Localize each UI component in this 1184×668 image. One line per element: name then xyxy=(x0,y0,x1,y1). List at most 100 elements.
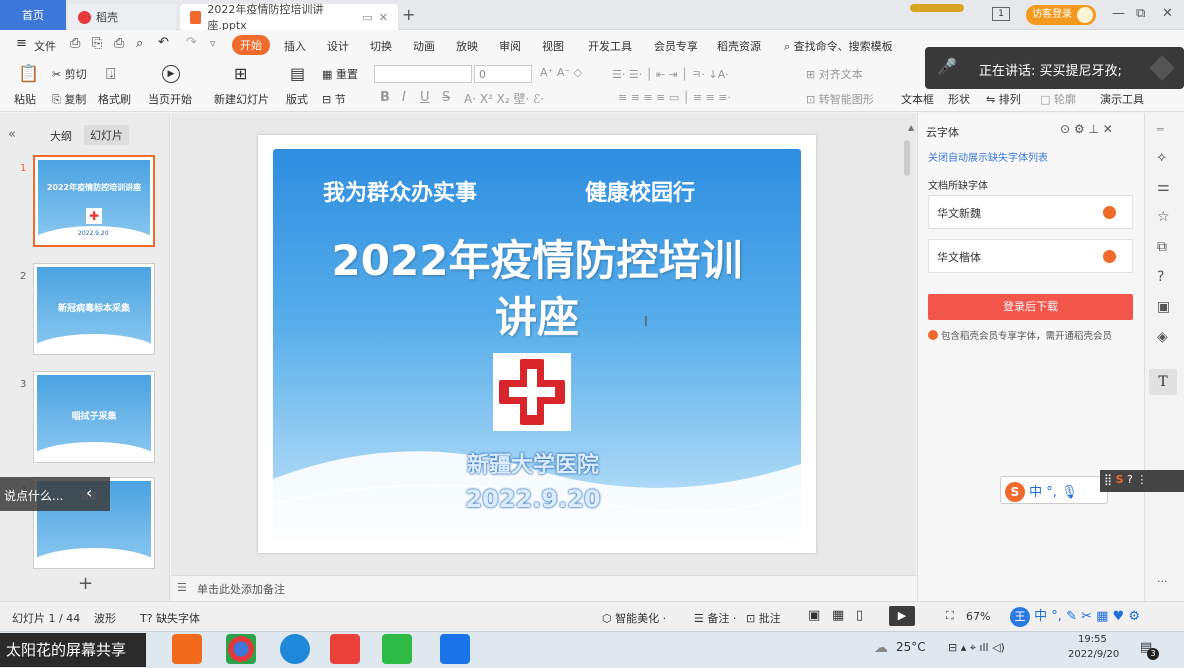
taskbar-chrome-icon[interactable] xyxy=(226,634,256,664)
collapse-panel-icon[interactable]: « xyxy=(8,127,16,142)
menu-review[interactable]: 审阅 xyxy=(499,38,521,54)
taskbar-video-icon[interactable] xyxy=(172,634,202,664)
paste-icon[interactable]: 📋 xyxy=(18,64,39,84)
comments-toggle[interactable]: ⊡ 批注 xyxy=(746,610,781,626)
quick-preview-icon[interactable]: ⌕ xyxy=(136,36,143,51)
quick-output-icon[interactable]: ⎘ xyxy=(92,36,102,51)
image-icon[interactable]: ▣ xyxy=(1157,299,1170,315)
slide-thumb-2[interactable]: 新冠病毒标本采集 xyxy=(33,263,155,355)
menu-daoke-res[interactable]: 稻壳资源 xyxy=(717,38,761,54)
tab-monitor-icon[interactable]: ▭ xyxy=(362,11,372,24)
chat-collapse-icon[interactable]: ‹ xyxy=(86,483,92,502)
menu-insert[interactable]: 插入 xyxy=(284,38,306,54)
clock-time[interactable]: 19:55 xyxy=(1078,634,1107,645)
canvas-scrollbar[interactable] xyxy=(904,140,910,176)
help-icon[interactable]: ? xyxy=(1157,269,1164,285)
slide-title-line2[interactable]: 讲座 xyxy=(273,284,801,345)
slide-organization[interactable]: 新疆大学医院 xyxy=(273,447,793,479)
tab-home[interactable]: 首页 xyxy=(0,0,66,30)
format-painter-icon[interactable]: ⍗ xyxy=(106,64,116,84)
slide-date[interactable]: 2022.9.20 xyxy=(273,485,793,513)
tab-daoke[interactable]: 稻壳 xyxy=(68,4,176,30)
tab-outline[interactable]: 大纲 xyxy=(50,128,72,144)
align-icons[interactable]: ≡ ≡ ≡ ≡ ▭ │ ≡ ≡ ≡· xyxy=(618,91,731,104)
taskbar-ie-icon[interactable] xyxy=(280,634,310,664)
font-name-select[interactable] xyxy=(374,65,472,83)
italic-icon[interactable]: I xyxy=(402,90,406,105)
floating-ime-bar[interactable]: S 中 °, 🎙 xyxy=(1000,476,1108,504)
window-close-icon[interactable]: ✕ xyxy=(1162,6,1173,21)
section-button[interactable]: ⊟ 节 xyxy=(322,91,346,107)
sorter-view-icon[interactable]: ▦ xyxy=(832,608,844,623)
menu-animation[interactable]: 动画 xyxy=(413,38,435,54)
animation-icon[interactable]: ☆ xyxy=(1157,209,1170,225)
layout-icon[interactable]: ▤ xyxy=(290,64,305,83)
menu-design[interactable]: 设计 xyxy=(327,38,349,54)
ime-toolbar[interactable]: 王 中 °, ✎ ✂ ▦ ♥ ⚙ xyxy=(1010,605,1140,627)
underline-icon[interactable]: U xyxy=(420,90,430,105)
font-color-icon[interactable]: A· X² X₂ 壁· ℰ· xyxy=(464,90,544,107)
bold-icon[interactable]: B xyxy=(380,90,390,105)
tab-slides[interactable]: 幻灯片 xyxy=(84,125,129,145)
panel-header-icons[interactable]: ⊙ ⚙ ⊥ ✕ xyxy=(1060,122,1113,136)
menu-slideshow[interactable]: 放映 xyxy=(456,38,478,54)
strip-collapse-icon[interactable]: ═ xyxy=(1157,123,1164,136)
login-download-button[interactable]: 登录后下载 xyxy=(928,294,1133,320)
menu-view[interactable]: 视图 xyxy=(542,38,564,54)
paste-button[interactable]: 粘贴 xyxy=(14,91,36,107)
zoom-level[interactable]: 67% xyxy=(966,610,990,623)
quick-more-icon[interactable]: ▿ xyxy=(210,37,216,50)
command-search[interactable]: ⌕ 查找命令、搜索模板 xyxy=(784,38,893,54)
smart-beautify-button[interactable]: ⬡ 智能美化 · xyxy=(602,610,666,626)
tab-close-icon[interactable]: ✕ xyxy=(379,11,388,24)
tab-document[interactable]: 2022年疫情防控培训讲座.pptx ▭ ✕ xyxy=(180,3,398,32)
tray-icons[interactable]: ⊟ ▴ ⌖ ıll ◁) xyxy=(948,641,1005,655)
slide-thumb-1[interactable]: 2022年疫情防控培训讲座 ✚ 2022.9.20 xyxy=(33,155,155,247)
chat-input-bubble[interactable]: 说点什么... ‹ xyxy=(0,477,110,511)
minimize-icon[interactable]: — xyxy=(1112,6,1125,21)
missing-font-item[interactable]: 华文楷体 xyxy=(928,239,1133,273)
current-slide[interactable]: 我为群众办实事 健康校园行 2022年疫情防控培训 讲座 新疆大学医院 2022… xyxy=(258,135,816,553)
quick-print-icon[interactable]: ⎙ xyxy=(114,36,124,51)
more-icon[interactable]: ··· xyxy=(1157,575,1168,588)
close-auto-show-link[interactable]: 关闭自动展示缺失字体列表 xyxy=(928,149,1048,164)
play-from-current-icon[interactable]: ▶ xyxy=(162,65,180,83)
textbox-button[interactable]: 文本框 xyxy=(901,91,934,107)
missing-font-status[interactable]: T? 缺失字体 xyxy=(140,610,200,626)
taskbar-wechat-icon[interactable] xyxy=(382,634,412,664)
weather-temp[interactable]: 25°C xyxy=(896,640,926,654)
notes-bar[interactable]: ☰ 单击此处添加备注 xyxy=(171,575,916,600)
panel-title[interactable]: 云字体 xyxy=(926,124,959,140)
menu-file[interactable]: 文件 xyxy=(34,38,56,54)
copy-panel-icon[interactable]: ⧉ xyxy=(1157,239,1167,255)
menu-transition[interactable]: 切换 xyxy=(370,38,392,54)
taskbar-wps-icon[interactable] xyxy=(330,634,360,664)
new-slide-icon[interactable]: ⊞ xyxy=(234,64,247,83)
menu-developer[interactable]: 开发工具 xyxy=(588,38,632,54)
add-slide-button[interactable]: + xyxy=(78,573,93,594)
align-text-button[interactable]: ⊞ 对齐文本 xyxy=(806,66,863,82)
undo-icon[interactable]: ↶ xyxy=(158,35,169,50)
slideshow-play-button[interactable]: ▶ xyxy=(889,606,915,626)
outline-button[interactable]: □ 轮廓 xyxy=(1040,91,1076,107)
slide-slogan-right[interactable]: 健康校园行 xyxy=(585,175,695,207)
notes-placeholder[interactable]: 单击此处添加备注 xyxy=(197,581,285,597)
new-tab-icon[interactable]: + xyxy=(402,5,415,24)
cut-button[interactable]: ✂ 剪切 xyxy=(52,66,87,82)
arrange-button[interactable]: ⇋ 排列 xyxy=(986,91,1021,107)
copy-button[interactable]: ⎘ 复制 xyxy=(52,91,86,107)
fit-window-icon[interactable]: ⛶ xyxy=(946,609,954,623)
floating-ime-mini[interactable]: ⣿ S ? ⋮ xyxy=(1100,470,1184,492)
normal-view-icon[interactable]: ▣ xyxy=(808,608,820,623)
grow-font-icon[interactable]: A⁺ A⁻ ◇ xyxy=(540,66,582,79)
bullets-icon[interactable]: ☰· ☰· │ ⇤ ⇥ │ ㅋ· ↓A· xyxy=(612,66,729,82)
redo-icon[interactable]: ↷ xyxy=(186,35,197,50)
new-slide-button[interactable]: 新建幻灯片 xyxy=(214,91,269,107)
restore-icon[interactable]: ⧉ xyxy=(1136,6,1145,21)
object-icon[interactable]: ⟡ xyxy=(1157,149,1166,165)
cloud-font-icon[interactable]: T xyxy=(1149,369,1177,395)
smart-art-button[interactable]: ⊡ 转智能图形 xyxy=(806,91,874,107)
format-painter-button[interactable]: 格式刷 xyxy=(98,91,131,107)
font-size-select[interactable]: 0 xyxy=(474,65,532,83)
reset-button[interactable]: ▦ 重置 xyxy=(322,66,358,82)
